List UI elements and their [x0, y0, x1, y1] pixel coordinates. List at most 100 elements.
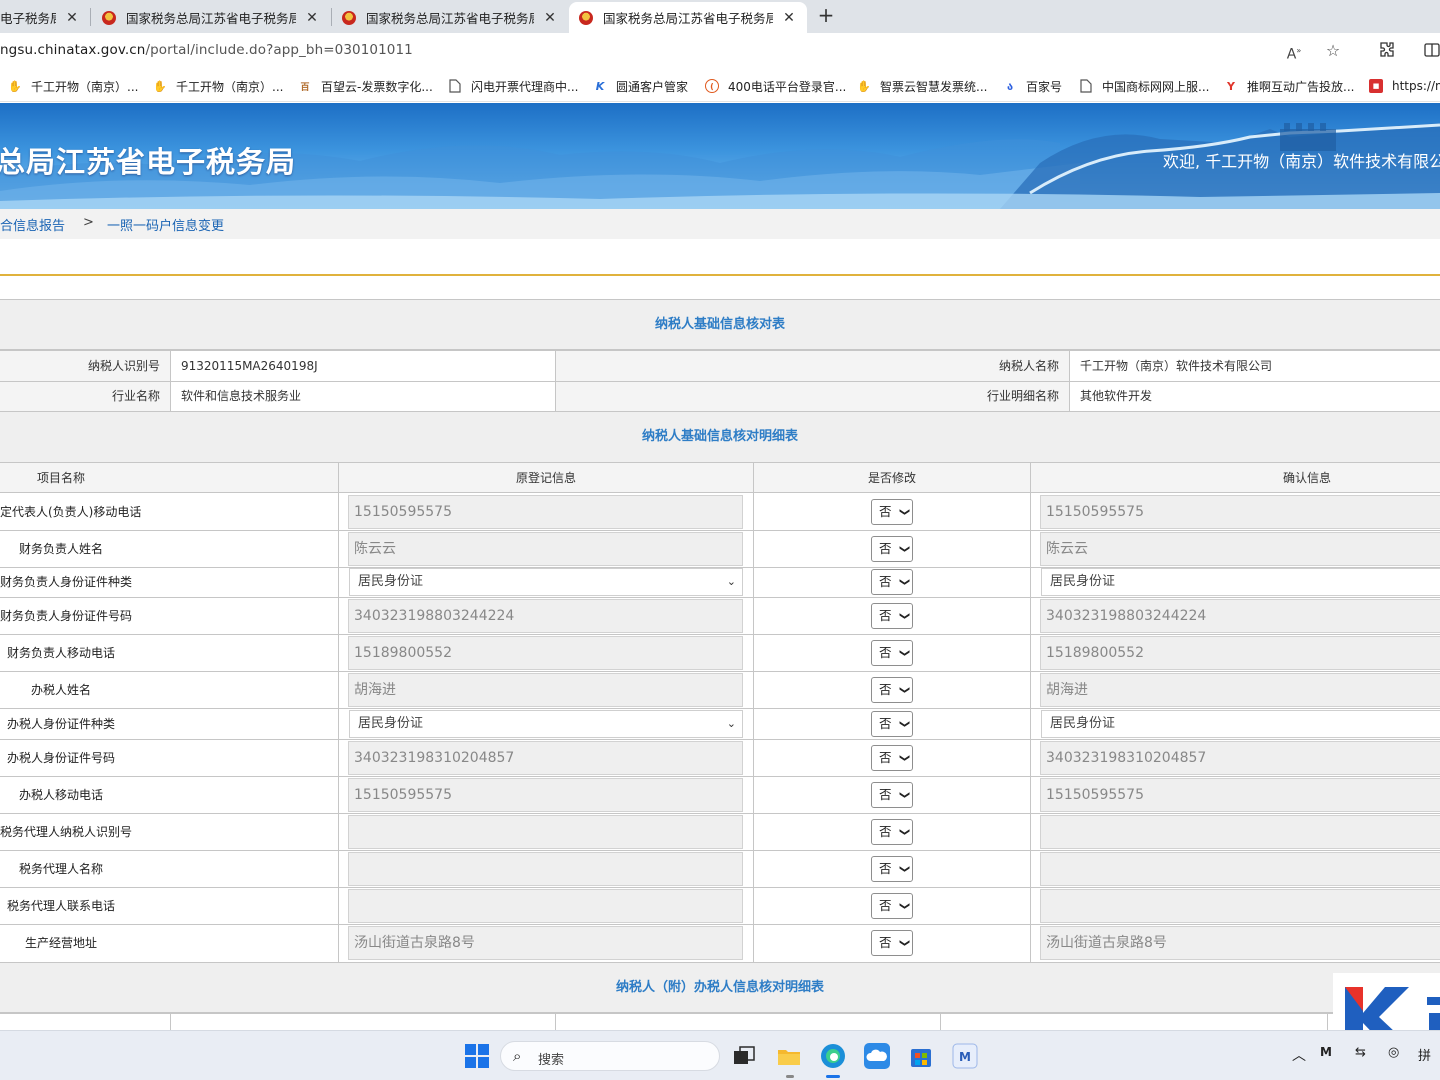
bookmark-item[interactable]: ✋ 千工开物（南京）...: [8, 76, 138, 96]
address-bar[interactable]: ngsu.chinatax.gov.cn/portal/include.do?a…: [0, 33, 1440, 70]
modify-select[interactable]: 否 ❯: [871, 855, 913, 882]
url-text[interactable]: ngsu.chinatax.gov.cn/portal/include.do?a…: [0, 42, 413, 58]
original-value-field[interactable]: [348, 851, 743, 886]
modify-select[interactable]: 否 ❯: [871, 569, 913, 595]
confirmed-value-field[interactable]: 胡海进: [1040, 672, 1440, 707]
original-value-field[interactable]: 汤山街道古泉路8号: [348, 926, 743, 960]
bookmark-item[interactable]: (400电话平台登录官...: [705, 76, 846, 96]
confirmed-value-field[interactable]: [1040, 888, 1440, 923]
grid-line: [0, 492, 1440, 493]
original-value-field[interactable]: 15150595575: [348, 494, 743, 529]
modify-select[interactable]: 否 ❯: [871, 710, 913, 737]
confirmed-value-field[interactable]: 15189800552: [1040, 635, 1440, 670]
tray-network-icon[interactable]: ⇆: [1355, 1045, 1366, 1060]
modify-select[interactable]: 否 ❯: [871, 639, 913, 666]
bookmark-item[interactable]: ✋ 千工开物（南京）...: [153, 76, 283, 96]
col-header-original: 原登记信息: [339, 463, 753, 493]
modify-select[interactable]: 否 ❯: [871, 676, 913, 703]
tab-1[interactable]: 电子税务局 ✕: [0, 2, 90, 33]
original-value-field[interactable]: 340323198803244224: [348, 598, 743, 633]
divider-line: [0, 274, 1440, 276]
breadcrumb: 合信息报告 > 一照一码户信息变更: [0, 209, 1440, 239]
close-icon[interactable]: ✕: [64, 10, 80, 26]
confirmed-value-field[interactable]: 汤山街道古泉路8号: [1040, 926, 1440, 960]
tab-separator: [90, 8, 91, 26]
taskbar-search-box[interactable]: ⌕ 搜索: [500, 1041, 720, 1071]
select-value: 否: [879, 935, 892, 950]
onedrive-icon[interactable]: [864, 1043, 890, 1069]
original-value-field[interactable]: 15189800552: [348, 635, 743, 670]
search-icon: ⌕: [513, 1047, 522, 1065]
modify-select[interactable]: 否 ❯: [871, 744, 913, 771]
edge-browser-icon[interactable]: [820, 1043, 846, 1069]
original-value-field[interactable]: 陈云云: [348, 531, 743, 566]
confirmed-value-field[interactable]: 340323198310204857: [1040, 740, 1440, 775]
bookmark-item[interactable]: 中国商标网网上服...: [1079, 76, 1209, 96]
modify-select[interactable]: 否 ❯: [871, 781, 913, 808]
confirmed-id-type-field: 居民身份证: [1041, 709, 1440, 738]
bookmark-item[interactable]: ■ https://m: [1369, 76, 1440, 96]
tray-location-icon[interactable]: ◎: [1388, 1045, 1399, 1060]
confirmed-value-field[interactable]: 15150595575: [1040, 494, 1440, 529]
modify-select[interactable]: 否 ❯: [871, 498, 913, 525]
modify-select[interactable]: 否 ❯: [871, 930, 913, 956]
close-icon[interactable]: ✕: [542, 10, 558, 26]
tray-chevron-icon[interactable]: ︿: [1292, 1045, 1306, 1065]
confirmed-value-field[interactable]: [1040, 851, 1440, 886]
bookmark-item[interactable]: ✋ 智票云智慧发票统...: [857, 76, 987, 96]
file-explorer-icon[interactable]: [776, 1043, 802, 1069]
read-aloud-icon[interactable]: A»: [1284, 41, 1304, 63]
breadcrumb-current[interactable]: 一照一码户信息变更: [107, 215, 224, 234]
original-value-field[interactable]: 15150595575: [348, 777, 743, 812]
row-item-label: 税务代理人名称: [18, 861, 103, 876]
phone-logo-icon: (: [705, 79, 719, 93]
favorite-star-icon[interactable]: ☆: [1323, 41, 1343, 61]
task-view-icon[interactable]: [731, 1043, 757, 1069]
tab-3[interactable]: 国家税务总局江苏省电子税务局 ✕: [332, 2, 568, 33]
original-value-field[interactable]: [348, 814, 743, 849]
grid-line: [0, 1013, 1440, 1014]
modify-select[interactable]: 否 ❯: [871, 892, 913, 919]
original-id-type-select[interactable]: 居民身份证 ⌄: [349, 709, 743, 738]
confirmed-value-field[interactable]: 15150595575: [1040, 777, 1440, 812]
app-icon[interactable]: M: [952, 1043, 978, 1069]
original-id-type-select[interactable]: 居民身份证 ⌄: [349, 568, 743, 596]
bookmark-item[interactable]: 百百望云-发票数字化...: [298, 76, 432, 96]
running-indicator: [786, 1075, 794, 1078]
store-icon[interactable]: [908, 1043, 934, 1069]
tab-title: 电子税务局: [0, 11, 56, 26]
windows-start-icon[interactable]: [464, 1043, 490, 1069]
split-screen-icon[interactable]: [1422, 41, 1440, 61]
original-value-field[interactable]: 胡海进: [348, 672, 743, 707]
tab-2[interactable]: 国家税务总局江苏省电子税务局 ✕: [92, 2, 330, 33]
confirmed-value-field[interactable]: [1040, 814, 1440, 849]
modify-select[interactable]: 否 ❯: [871, 535, 913, 562]
original-value-field[interactable]: [348, 888, 743, 923]
url-host: ngsu.chinatax.gov.cn: [0, 42, 146, 58]
select-value: 否: [879, 540, 892, 556]
modify-select[interactable]: 否 ❯: [871, 602, 913, 629]
modify-select[interactable]: 否 ❯: [871, 818, 913, 845]
chevron-down-icon: ❯: [898, 648, 910, 657]
original-value-field[interactable]: 340323198310204857: [348, 740, 743, 775]
chevron-down-icon: ❯: [898, 790, 910, 799]
new-tab-button[interactable]: +: [815, 4, 837, 28]
bookmark-item[interactable]: ა 百家号: [1003, 76, 1062, 96]
close-icon[interactable]: ✕: [781, 10, 797, 26]
tab-4-active[interactable]: 国家税务总局江苏省电子税务局 ✕: [569, 2, 807, 33]
svg-text:M: M: [959, 1050, 971, 1064]
confirmed-value-field[interactable]: 340323198803244224: [1040, 598, 1440, 633]
extensions-icon[interactable]: [1377, 41, 1397, 61]
url-path: /portal/include.do?app_bh=030101011: [145, 42, 413, 58]
breadcrumb-parent-link[interactable]: 合信息报告: [0, 215, 65, 234]
browser-tab-bar: 电子税务局 ✕ 国家税务总局江苏省电子税务局 ✕ 国家税务总局江苏省电子税务局 …: [0, 0, 1440, 33]
tray-ime-indicator[interactable]: 拼: [1418, 1045, 1431, 1064]
bookmark-item[interactable]: K 圆通客户管家: [593, 76, 688, 96]
bookmark-item[interactable]: 闪电开票代理商中...: [448, 76, 578, 96]
close-icon[interactable]: ✕: [304, 10, 320, 26]
bookmark-item[interactable]: Y 推啊互动广告投放...: [1224, 76, 1354, 96]
tray-app-icon[interactable]: M: [1320, 1045, 1332, 1059]
grid-line: [1030, 463, 1031, 962]
confirmed-value-field[interactable]: 陈云云: [1040, 531, 1440, 566]
col-header-item: 项目名称: [0, 463, 338, 493]
